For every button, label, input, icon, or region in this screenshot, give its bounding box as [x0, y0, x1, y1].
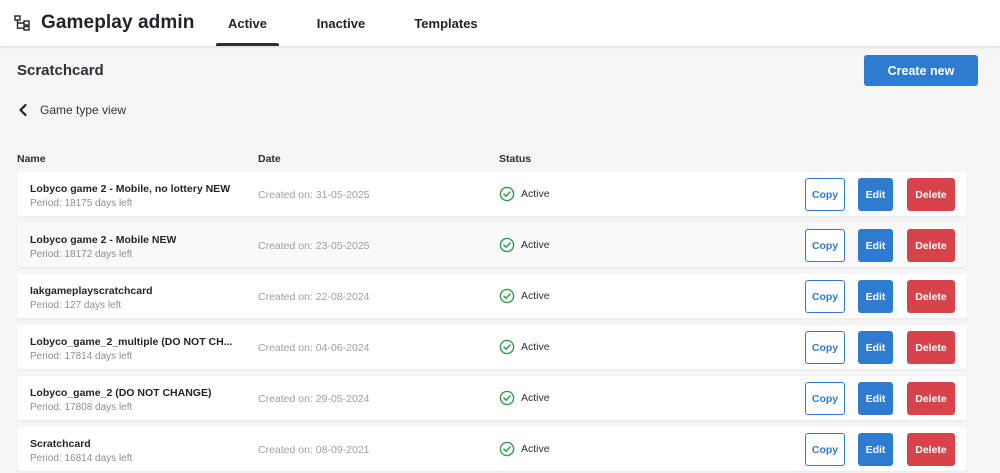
edit-button[interactable]: Edit: [858, 280, 893, 313]
app-title: Gameplay admin: [41, 12, 195, 33]
status-badge: Active: [499, 288, 550, 304]
check-circle-icon: [499, 186, 515, 202]
status-badge: Active: [499, 390, 550, 406]
check-circle-icon: [499, 390, 515, 406]
tab-active[interactable]: Active: [216, 0, 279, 46]
status-badge: Active: [499, 186, 550, 202]
column-header-date: Date: [258, 153, 281, 165]
page-title: Scratchcard: [17, 62, 104, 79]
game-name: Lobyco_game_2 (DO NOT CHANGE): [30, 387, 212, 399]
game-name: Lobyco game 2 - Mobile NEW: [30, 234, 177, 246]
create-new-button[interactable]: Create new: [864, 55, 978, 86]
back-link-label: Game type view: [40, 103, 127, 117]
game-date: Created on: 08-09-2021: [258, 444, 370, 456]
back-link[interactable]: Game type view: [17, 103, 126, 117]
game-name: Lobyco_game_2_multiple (DO NOT CH...: [30, 336, 233, 348]
game-name: Scratchcard: [30, 438, 91, 450]
delete-button[interactable]: Delete: [907, 178, 955, 211]
delete-button[interactable]: Delete: [907, 382, 955, 415]
game-name: Lobyco game 2 - Mobile, no lottery NEW: [30, 183, 231, 195]
copy-button[interactable]: Copy: [805, 229, 845, 262]
edit-button[interactable]: Edit: [858, 382, 893, 415]
status-text: Active: [521, 188, 550, 200]
game-date: Created on: 29-05-2024: [258, 393, 370, 405]
edit-button[interactable]: Edit: [858, 433, 893, 466]
table-row: Scratchcard Period: 16814 days left Crea…: [17, 427, 967, 471]
table-row: Lobyco_game_2_multiple (DO NOT CH... Per…: [17, 325, 967, 369]
app-brand[interactable]: Gameplay admin: [14, 11, 194, 35]
game-list: Lobyco game 2 - Mobile, no lottery NEW P…: [17, 172, 967, 473]
game-period: Period: 17814 days left: [30, 351, 133, 362]
table-row: Lobyco game 2 - Mobile, no lottery NEW P…: [17, 172, 967, 216]
edit-button[interactable]: Edit: [858, 178, 893, 211]
status-text: Active: [521, 443, 550, 455]
status-text: Active: [521, 239, 550, 251]
game-date: Created on: 23-05-2025: [258, 240, 370, 252]
top-nav-bar: Gameplay admin Active Inactive Templates: [0, 0, 1000, 46]
hierarchy-icon: [14, 15, 30, 31]
edit-button[interactable]: Edit: [858, 229, 893, 262]
game-period: Period: 127 days left: [30, 300, 122, 311]
table-row: Lobyco game 2 - Mobile NEW Period: 18172…: [17, 223, 967, 267]
copy-button[interactable]: Copy: [805, 331, 845, 364]
delete-button[interactable]: Delete: [907, 433, 955, 466]
delete-button[interactable]: Delete: [907, 280, 955, 313]
game-period: Period: 18175 days left: [30, 198, 133, 209]
status-text: Active: [521, 341, 550, 353]
status-text: Active: [521, 392, 550, 404]
game-date: Created on: 04-06-2024: [258, 342, 370, 354]
column-header-name: Name: [17, 153, 46, 165]
copy-button[interactable]: Copy: [805, 433, 845, 466]
status-text: Active: [521, 290, 550, 302]
tab-inactive[interactable]: Inactive: [304, 0, 378, 46]
status-badge: Active: [499, 441, 550, 457]
copy-button[interactable]: Copy: [805, 382, 845, 415]
game-name: Iakgameplayscratchcard: [30, 285, 153, 297]
check-circle-icon: [499, 339, 515, 355]
status-badge: Active: [499, 339, 550, 355]
copy-button[interactable]: Copy: [805, 280, 845, 313]
game-date: Created on: 31-05-2025: [258, 189, 370, 201]
column-header-status: Status: [499, 153, 532, 165]
check-circle-icon: [499, 237, 515, 253]
game-period: Period: 16814 days left: [30, 453, 133, 464]
chevron-left-icon: [19, 103, 27, 117]
delete-button[interactable]: Delete: [907, 229, 955, 262]
table-row: Iakgameplayscratchcard Period: 127 days …: [17, 274, 967, 318]
table-row: Lobyco_game_2 (DO NOT CHANGE) Period: 17…: [17, 376, 967, 420]
copy-button[interactable]: Copy: [805, 178, 845, 211]
tab-templates[interactable]: Templates: [404, 0, 488, 46]
game-period: Period: 18172 days left: [30, 249, 133, 260]
status-badge: Active: [499, 237, 550, 253]
edit-button[interactable]: Edit: [858, 331, 893, 364]
delete-button[interactable]: Delete: [907, 331, 955, 364]
check-circle-icon: [499, 288, 515, 304]
check-circle-icon: [499, 441, 515, 457]
game-period: Period: 17808 days left: [30, 402, 133, 413]
game-date: Created on: 22-08-2024: [258, 291, 370, 303]
